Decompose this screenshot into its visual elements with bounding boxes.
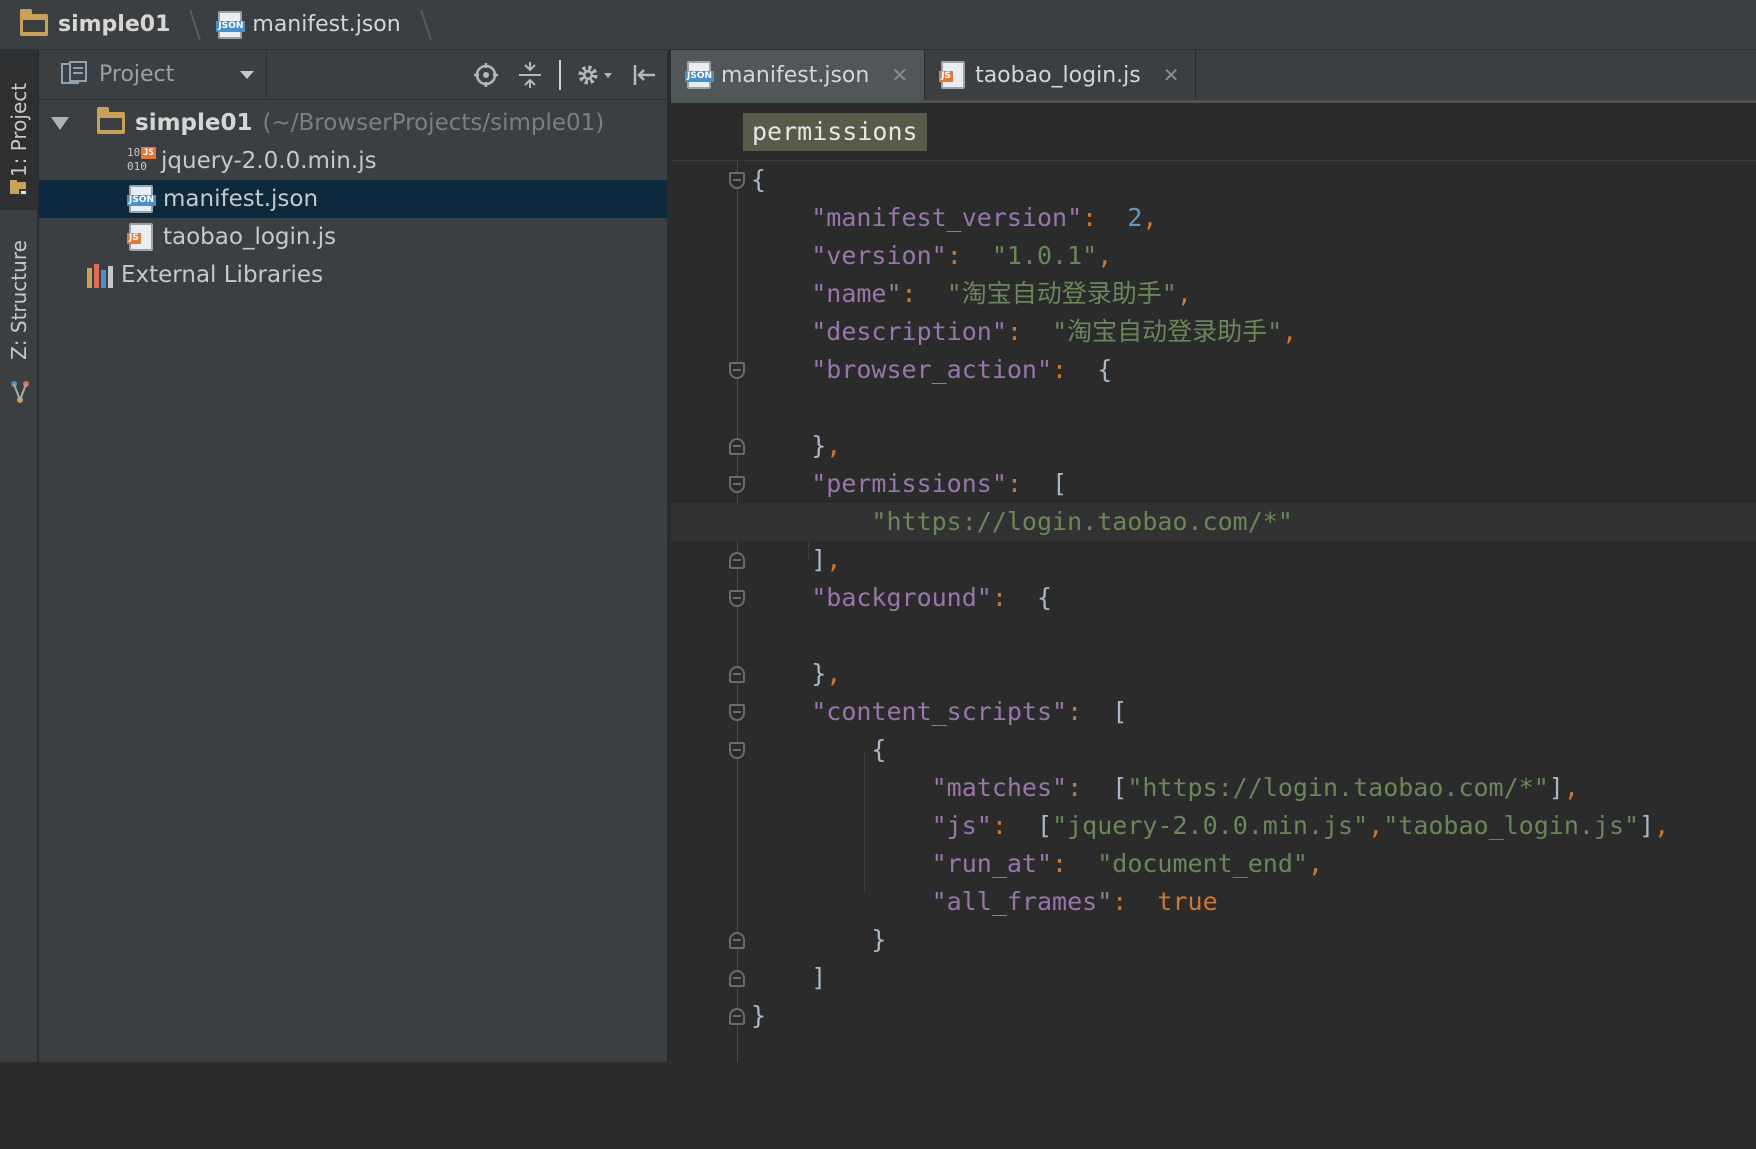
tab-manifest-json[interactable]: JSON manifest.json ✕ bbox=[671, 50, 926, 100]
code-line: "permissions": [ bbox=[671, 465, 1756, 503]
fold-marker-icon[interactable] bbox=[729, 970, 745, 987]
tree-root-name: simple01 bbox=[135, 110, 253, 136]
project-panel-toolbar bbox=[471, 50, 659, 99]
project-tree: simple01 (~/BrowserProjects/simple01) 10… bbox=[39, 100, 667, 294]
fold-marker-icon[interactable] bbox=[729, 172, 745, 189]
code-line: "all_frames": true bbox=[931, 887, 1218, 916]
code-line: "name": "淘宝自动登录助手", bbox=[811, 279, 1192, 308]
code-line: "version": "1.0.1", bbox=[811, 241, 1113, 270]
tab-label: manifest.json bbox=[721, 62, 870, 88]
code-line: "manifest_version": 2, bbox=[811, 203, 1158, 232]
library-icon bbox=[87, 262, 115, 288]
project-panel: Project simple01 (~/BrowserProjects/simp… bbox=[39, 50, 669, 1062]
project-panel-header: Project bbox=[39, 50, 667, 100]
fold-marker-icon[interactable] bbox=[729, 590, 745, 607]
breadcrumb-separator bbox=[177, 9, 202, 40]
json-file-icon: JSON bbox=[127, 185, 157, 213]
structure-icon bbox=[10, 380, 29, 406]
fold-marker-icon[interactable] bbox=[729, 704, 745, 721]
close-icon[interactable]: ✕ bbox=[1163, 63, 1180, 87]
code-line: "background": { bbox=[671, 579, 1756, 617]
fold-marker-icon[interactable] bbox=[729, 666, 745, 683]
gear-icon[interactable] bbox=[575, 60, 615, 90]
fold-marker-icon[interactable] bbox=[729, 932, 745, 949]
navigation-bar: simple01 JSON manifest.json bbox=[0, 0, 1756, 50]
code-line: "matches": ["https://login.taobao.com/*"… bbox=[931, 773, 1579, 802]
js-file-icon: JS bbox=[939, 61, 966, 89]
code-line: ], bbox=[671, 541, 1756, 579]
structure-tool-tab[interactable]: Z: Structure bbox=[0, 215, 38, 385]
project-view-icon bbox=[61, 60, 89, 89]
close-icon[interactable]: ✕ bbox=[891, 63, 908, 87]
code-line: "content_scripts": [ bbox=[671, 693, 1756, 731]
tree-root-folder[interactable]: simple01 (~/BrowserProjects/simple01) bbox=[39, 104, 667, 142]
breadcrumb-separator bbox=[407, 9, 432, 40]
tree-external-libraries[interactable]: External Libraries bbox=[39, 256, 667, 294]
tree-file-label: manifest.json bbox=[163, 186, 319, 212]
editor-tab-bar: JSON manifest.json ✕ JS taobao_login.js … bbox=[671, 50, 1756, 103]
tree-root-path: (~/BrowserProjects/simple01) bbox=[262, 110, 605, 136]
tab-label: taobao_login.js bbox=[975, 62, 1141, 88]
tool-window-stripe: 1: Project Z: Structure bbox=[0, 50, 38, 1062]
expand-triangle-icon[interactable] bbox=[51, 116, 69, 130]
folder-icon bbox=[97, 107, 125, 134]
hide-panel-icon[interactable] bbox=[629, 60, 659, 90]
tree-file-jquery[interactable]: 10 JS 010 jquery-2.0.0.min.js bbox=[39, 142, 667, 180]
tree-file-manifest[interactable]: JSON manifest.json bbox=[39, 180, 667, 218]
locate-file-icon[interactable] bbox=[471, 60, 501, 90]
tree-external-label: External Libraries bbox=[121, 262, 324, 288]
fold-marker-icon[interactable] bbox=[729, 438, 745, 455]
fold-marker-icon[interactable] bbox=[729, 476, 745, 493]
binary-js-file-icon: 10 JS 010 bbox=[127, 146, 156, 173]
nav-project-label: simple01 bbox=[58, 12, 171, 37]
nav-crumb-project[interactable]: simple01 bbox=[0, 0, 210, 49]
js-file-icon: JS bbox=[127, 223, 153, 251]
editor-breadcrumb-bar: permissions bbox=[671, 103, 1756, 161]
code-line: }, bbox=[671, 427, 1756, 465]
code-line: }, bbox=[671, 655, 1756, 693]
code-line: "description": "淘宝自动登录助手", bbox=[811, 317, 1298, 346]
nav-file-label: manifest.json bbox=[252, 12, 401, 37]
nav-crumb-file[interactable]: JSON manifest.json bbox=[210, 0, 440, 49]
folder-icon bbox=[20, 8, 48, 36]
tab-taobao-login-js[interactable]: JS taobao_login.js ✕ bbox=[925, 50, 1197, 100]
fold-marker-icon[interactable] bbox=[729, 1008, 745, 1025]
code-line: } bbox=[671, 921, 1756, 959]
project-folder-icon bbox=[10, 180, 28, 196]
code-editor[interactable]: { "manifest_version": 2, "version": "1.0… bbox=[671, 161, 1756, 1062]
code-line: "browser_action": { bbox=[671, 351, 1756, 389]
code-line: ] bbox=[671, 959, 1756, 997]
code-line: } bbox=[671, 997, 1756, 1035]
code-line-current: "https://login.taobao.com/*" bbox=[671, 503, 1756, 541]
project-panel-title: Project bbox=[99, 62, 175, 87]
tree-file-taobao-login[interactable]: JS taobao_login.js bbox=[39, 218, 667, 256]
json-file-icon: JSON bbox=[216, 10, 246, 39]
project-tool-tab-label: 1: Project bbox=[7, 82, 31, 178]
fold-marker-icon[interactable] bbox=[729, 742, 745, 759]
editor-breadcrumb[interactable]: permissions bbox=[743, 113, 927, 151]
tree-file-label: jquery-2.0.0.min.js bbox=[161, 148, 377, 174]
json-file-icon: JSON bbox=[685, 61, 715, 89]
tree-file-label: taobao_login.js bbox=[163, 224, 337, 250]
code-line: { bbox=[671, 731, 1756, 769]
structure-tool-tab-label: Z: Structure bbox=[7, 240, 31, 360]
code-line: { bbox=[671, 161, 1756, 199]
code-line: "run_at": "document_end", bbox=[931, 849, 1323, 878]
editor: JSON manifest.json ✕ JS taobao_login.js … bbox=[671, 50, 1756, 1062]
chevron-down-icon[interactable] bbox=[240, 70, 254, 79]
collapse-all-icon[interactable] bbox=[515, 60, 545, 90]
project-view-selector[interactable]: Project bbox=[39, 50, 267, 99]
code-line: "js": ["jquery-2.0.0.min.js","taobao_log… bbox=[931, 811, 1670, 840]
fold-marker-icon[interactable] bbox=[729, 362, 745, 379]
fold-marker-icon[interactable] bbox=[729, 552, 745, 569]
toolbar-divider bbox=[559, 59, 561, 90]
